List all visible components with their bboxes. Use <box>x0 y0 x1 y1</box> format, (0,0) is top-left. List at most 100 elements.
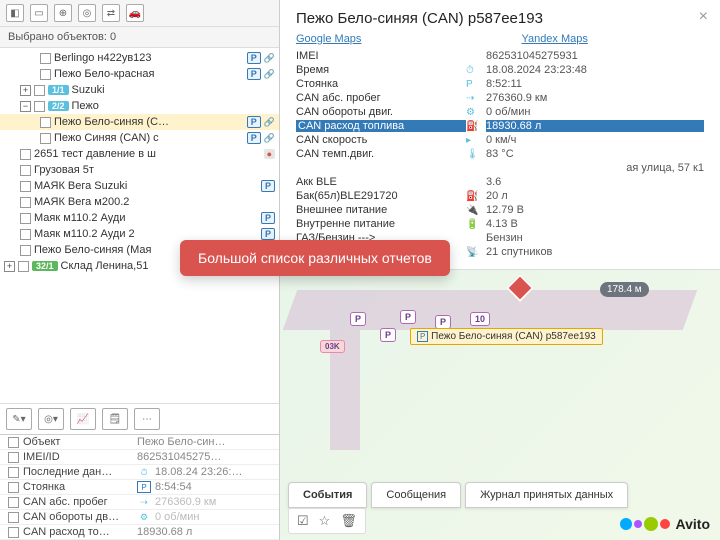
row-value: 18.08.24 23:26:… <box>155 466 271 478</box>
checkbox[interactable] <box>40 53 51 64</box>
row-value: 0 об/мин <box>155 511 271 523</box>
map-osm-label: 03K <box>320 340 345 353</box>
expand-icon[interactable]: + <box>4 261 15 272</box>
tree-item[interactable]: МАЯК Вега SuzukiP <box>0 178 279 194</box>
row-value: 18.08.2024 23:23:48 <box>486 64 704 76</box>
tree-label: Пежо Синяя (CAN) c <box>54 132 244 144</box>
row-icon: ⏱ <box>137 466 151 478</box>
checkbox[interactable] <box>8 467 19 478</box>
detail-row: СтоянкаP8:52:11 <box>296 77 704 91</box>
tool-target[interactable]: ◎▾ <box>38 408 64 430</box>
tab-events[interactable]: События <box>288 482 367 508</box>
toolbar-icon-5[interactable]: ⇄ <box>102 4 120 22</box>
checkbox[interactable] <box>8 452 19 463</box>
checkbox[interactable] <box>20 149 31 160</box>
checkbox[interactable] <box>20 229 31 240</box>
row-value: 8:54:54 <box>155 481 271 493</box>
checkbox[interactable] <box>8 527 19 538</box>
checkbox[interactable] <box>8 512 19 523</box>
checkbox[interactable] <box>18 261 29 272</box>
checkbox[interactable] <box>20 213 31 224</box>
checkbox[interactable] <box>8 497 19 508</box>
google-maps-link[interactable]: Google Maps <box>296 33 361 45</box>
tool-report[interactable]: 🗒 <box>102 408 128 430</box>
star-icon[interactable]: ☆ <box>319 513 331 529</box>
tree-item[interactable]: Пежо Бело-краснаяP🔗 <box>0 66 279 82</box>
object-tree[interactable]: Berlingo н422ув123P🔗Пежо Бело-краснаяP🔗+… <box>0 48 279 403</box>
tree-label: Berlingo н422ув123 <box>54 52 244 64</box>
tree-item[interactable]: МАЯК Вега м200.2 <box>0 194 279 210</box>
toolbar-icon-3[interactable]: ⊕ <box>54 4 72 22</box>
tree-item[interactable]: Пежо Синяя (CAN) cP🔗 <box>0 130 279 146</box>
link-icon[interactable]: 🔗 <box>264 69 275 80</box>
tree-label: Маяк м110.2 Ауди 2 <box>34 228 258 240</box>
tab-log[interactable]: Журнал принятых данных <box>465 482 628 508</box>
row-key: CAN абс. пробег <box>23 496 133 508</box>
tool-edit[interactable]: ✎▾ <box>6 408 32 430</box>
checkbox[interactable] <box>40 133 51 144</box>
checkbox[interactable] <box>34 85 45 96</box>
row-value: Пежо Бело-син… <box>137 436 271 448</box>
row-key: Внутренне питание <box>296 218 466 230</box>
tree-label: 2651 тест давление в ш <box>34 148 261 160</box>
toolbar-icon-2[interactable]: ▭ <box>30 4 48 22</box>
row-value: 21 спутников <box>486 246 704 258</box>
trash-icon[interactable]: 🗑 <box>340 513 357 529</box>
parking-icon: P <box>261 228 275 240</box>
checkbox[interactable] <box>34 101 45 112</box>
checkbox[interactable] <box>20 245 31 256</box>
checkbox[interactable] <box>20 181 31 192</box>
row-key: Акк BLE <box>296 176 466 188</box>
tree-item[interactable]: Пежо Бело-синяя (C…P🔗 <box>0 114 279 130</box>
tree-label: Пежо Бело-синяя (C… <box>54 116 244 128</box>
toolbar-icon-car[interactable]: 🚗 <box>126 4 144 22</box>
link-icon[interactable]: 🔗 <box>264 117 275 128</box>
check-icon[interactable]: ☑ <box>297 513 309 529</box>
tree-item[interactable]: Berlingo н422ув123P🔗 <box>0 50 279 66</box>
detail-row: СтоянкаP8:54:54 <box>0 480 279 495</box>
tree-item[interactable]: −2/2Пежо <box>0 98 279 114</box>
map-popup-label[interactable]: P Пежо Бело-синяя (CAN) р587ее193 <box>410 328 603 345</box>
tree-item[interactable]: Грузовая 5т <box>0 162 279 178</box>
map-marker[interactable]: P <box>380 328 396 342</box>
map-marker[interactable]: 10 <box>470 312 490 326</box>
toolbar-icon-4[interactable]: ◎ <box>78 4 96 22</box>
tab-messages[interactable]: Сообщения <box>371 482 461 508</box>
row-key: Стоянка <box>23 481 133 493</box>
row-icon: ⏱ <box>466 65 486 76</box>
tree-item[interactable]: +1/1Suzuki <box>0 82 279 98</box>
map-marker[interactable]: P <box>435 315 451 329</box>
row-icon: ⇢ <box>466 93 486 104</box>
detail-row: CAN абс. пробег⇢276360.9 км <box>0 495 279 510</box>
map-marker[interactable]: P <box>400 310 416 324</box>
link-icon[interactable]: 🔗 <box>264 133 275 144</box>
expand-icon[interactable]: − <box>20 101 31 112</box>
detail-row: CAN обороты двиг.⚙0 об/мин <box>296 105 704 119</box>
tree-item[interactable]: 2651 тест давление в ш● <box>0 146 279 162</box>
checkbox[interactable] <box>40 117 51 128</box>
row-key: CAN темп.двиг. <box>296 148 466 160</box>
checkbox[interactable] <box>40 69 51 80</box>
row-key: Объект <box>23 436 133 448</box>
tool-more[interactable]: ⋯ <box>134 408 160 430</box>
row-key: Время <box>296 64 466 76</box>
detail-row: ая улица, 57 к1 <box>296 161 704 175</box>
map-marker[interactable]: P <box>350 312 366 326</box>
yandex-maps-link[interactable]: Yandex Maps <box>521 33 587 45</box>
expand-icon[interactable]: + <box>20 85 31 96</box>
tool-chart[interactable]: 📈 <box>70 408 96 430</box>
row-key: CAN скорость <box>296 134 466 146</box>
checkbox[interactable] <box>8 482 19 493</box>
close-icon[interactable]: × <box>699 8 708 26</box>
checkbox[interactable] <box>20 165 31 176</box>
link-icon[interactable]: 🔗 <box>264 53 275 64</box>
left-toolbar: ◧ ▭ ⊕ ◎ ⇄ 🚗 <box>0 0 279 27</box>
checkbox[interactable] <box>20 197 31 208</box>
count-badge: 32/1 <box>32 261 58 271</box>
tree-item[interactable]: Маяк м110.2 АудиP <box>0 210 279 226</box>
toolbar-icon-1[interactable]: ◧ <box>6 4 24 22</box>
detail-title: Пежо Бело-синяя (CAN) р587ее193 <box>296 10 704 27</box>
detail-row: CAN расход то…18930.68 л <box>0 525 279 540</box>
row-icon: 🔌 <box>466 205 486 216</box>
checkbox[interactable] <box>8 437 19 448</box>
